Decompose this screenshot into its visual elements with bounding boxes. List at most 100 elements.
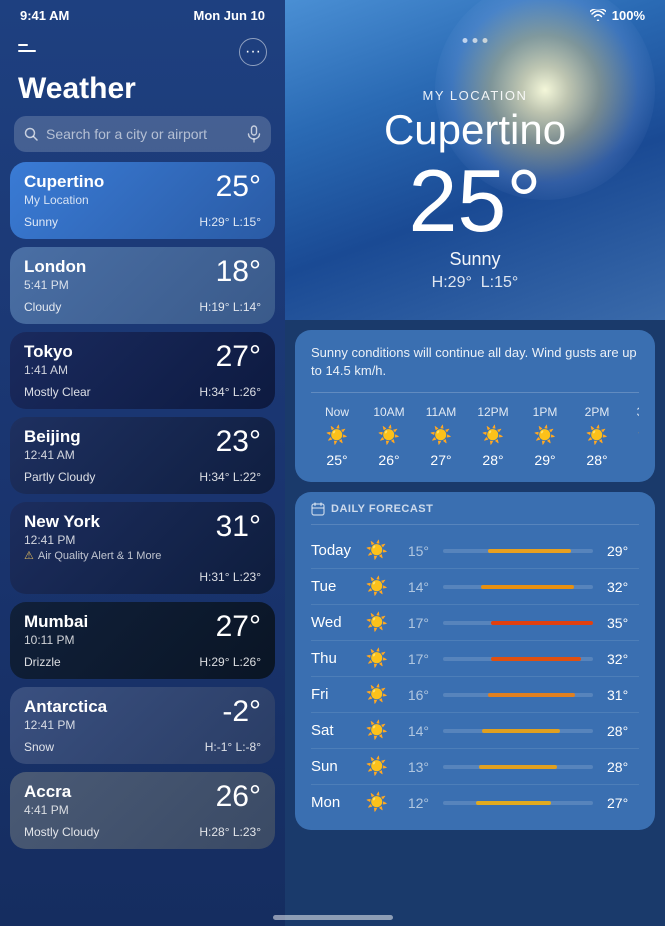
status-bar: 9:41 AM Mon Jun 10 [0, 0, 285, 30]
hour-temp: 28° [482, 452, 503, 468]
card-temp: 26° [216, 782, 261, 812]
daily-rows: Today ☀️ 15° 29° Tue ☀️ 14° 32° Wed ☀️ 1… [311, 533, 639, 820]
day-low: 14° [397, 723, 429, 739]
city-card-accra[interactable]: Accra 4:41 PM 26° Mostly Cloudy H:28° L:… [10, 772, 275, 849]
hour-label: 10AM [373, 405, 404, 419]
daily-row: Today ☀️ 15° 29° [311, 533, 639, 569]
card-bottom: Snow H:-1° L:-8° [24, 740, 261, 754]
hour-item: 1PM ☀️ 29° [519, 405, 571, 468]
hour-item: 12PM ☀️ 28° [467, 405, 519, 468]
weather-hero: 100% MY LOCATION Cupertino 25° Sunny H:2… [285, 0, 665, 320]
hour-label: 3PM [637, 405, 639, 419]
day-name: Fri [311, 686, 357, 703]
card-temp: -2° [222, 697, 261, 727]
city-card-london[interactable]: London 5:41 PM 18° Cloudy H:19° L:14° [10, 247, 275, 324]
hour-item: 11AM ☀️ 27° [415, 405, 467, 468]
day-high: 27° [607, 795, 639, 811]
hour-icon: ☀️ [586, 425, 608, 446]
hour-temp: 27° [638, 452, 639, 468]
card-bottom: Mostly Cloudy H:28° L:23° [24, 825, 261, 839]
card-bottom: Sunny H:29° L:15° [24, 215, 261, 229]
card-bottom: H:31° L:23° [24, 570, 261, 584]
daily-header: DAILY FORECAST [311, 502, 639, 525]
hour-label: Now [325, 405, 349, 419]
card-bottom: Cloudy H:19° L:14° [24, 300, 261, 314]
mic-icon[interactable] [247, 125, 261, 143]
city-sub: 5:41 PM [24, 278, 86, 292]
day-low: 15° [397, 543, 429, 559]
daily-row: Tue ☀️ 14° 32° [311, 569, 639, 605]
app-title: Weather [18, 72, 267, 106]
day-name: Thu [311, 650, 357, 667]
card-hilo: H:29° L:26° [199, 655, 261, 669]
day-name: Wed [311, 614, 357, 631]
city-sub: 1:41 AM [24, 363, 73, 377]
city-card-antarctica[interactable]: Antarctica 12:41 PM -2° Snow H:-1° L:-8° [10, 687, 275, 764]
temp-bar [491, 657, 581, 661]
right-panel: 100% MY LOCATION Cupertino 25° Sunny H:2… [285, 0, 665, 926]
city-name: Tokyo [24, 342, 73, 362]
day-high: 32° [607, 651, 639, 667]
card-hilo: H:19° L:14° [199, 300, 261, 314]
card-condition: Mostly Clear [24, 385, 91, 399]
more-options-button[interactable]: ··· [239, 38, 267, 66]
card-temp: 31° [216, 512, 261, 542]
temp-bar-container [443, 621, 593, 625]
hero-temp: 25° [384, 157, 566, 245]
hour-temp: 29° [534, 452, 555, 468]
card-bottom: Drizzle H:29° L:26° [24, 655, 261, 669]
temp-bar [491, 621, 593, 625]
card-temp: 27° [216, 342, 261, 372]
hour-temp: 26° [378, 452, 399, 468]
city-card-newyork[interactable]: New York 12:41 PM 31° ⚠ Air Quality Aler… [10, 502, 275, 594]
hour-icon: ☀️ [430, 425, 452, 446]
city-card-beijing[interactable]: Beijing 12:41 AM 23° Partly Cloudy H:34°… [10, 417, 275, 494]
hour-item: 10AM ☀️ 26° [363, 405, 415, 468]
temp-bar-container [443, 729, 593, 733]
search-placeholder: Search for a city or airport [46, 126, 207, 142]
city-name: New York [24, 512, 100, 532]
card-top: Antarctica 12:41 PM -2° [24, 697, 261, 732]
hour-item: Now ☀️ 25° [311, 405, 363, 468]
sidebar-icon[interactable] [18, 44, 40, 60]
card-bottom: Mostly Clear H:34° L:26° [24, 385, 261, 399]
temp-bar [488, 693, 575, 697]
daily-row: Fri ☀️ 16° 31° [311, 677, 639, 713]
city-card-tokyo[interactable]: Tokyo 1:41 AM 27° Mostly Clear H:34° L:2… [10, 332, 275, 409]
temp-bar-container [443, 657, 593, 661]
card-condition: Drizzle [24, 655, 61, 669]
hero-high: H:29° [432, 274, 472, 291]
day-high: 31° [607, 687, 639, 703]
card-temp: 18° [216, 257, 261, 287]
hero-hilo: H:29° L:15° [384, 274, 566, 292]
card-top: Accra 4:41 PM 26° [24, 782, 261, 817]
search-icon [24, 127, 38, 141]
day-low: 17° [397, 651, 429, 667]
city-sub: 10:11 PM [24, 633, 88, 647]
hour-label: 1PM [533, 405, 558, 419]
search-bar[interactable]: Search for a city or airport [14, 116, 271, 152]
card-hilo: H:34° L:26° [199, 385, 261, 399]
hour-item: 3PM ☀️ 27° [623, 405, 639, 468]
daily-row: Thu ☀️ 17° 32° [311, 641, 639, 677]
hero-status-bar: 100% [285, 0, 665, 30]
card-temp: 23° [216, 427, 261, 457]
my-location-label: MY LOCATION [384, 88, 566, 103]
day-icon: ☀️ [365, 720, 389, 741]
day-low: 14° [397, 579, 429, 595]
city-name: Antarctica [24, 697, 107, 717]
city-name: Cupertino [24, 172, 104, 192]
card-top: Cupertino My Location 25° [24, 172, 261, 207]
hour-icon: ☀️ [534, 425, 556, 446]
day-icon: ☀️ [365, 756, 389, 777]
hourly-forecast: Sunny conditions will continue all day. … [295, 330, 655, 482]
city-card-mumbai[interactable]: Mumbai 10:11 PM 27° Drizzle H:29° L:26° [10, 602, 275, 679]
day-icon: ☀️ [365, 684, 389, 705]
card-top: New York 12:41 PM 31° [24, 512, 261, 547]
city-card-cupertino[interactable]: Cupertino My Location 25° Sunny H:29° L:… [10, 162, 275, 239]
city-sub: 12:41 PM [24, 533, 100, 547]
day-high: 35° [607, 615, 639, 631]
hour-icon: ☀️ [326, 425, 348, 446]
hour-item: 2PM ☀️ 28° [571, 405, 623, 468]
daily-row: Wed ☀️ 17° 35° [311, 605, 639, 641]
